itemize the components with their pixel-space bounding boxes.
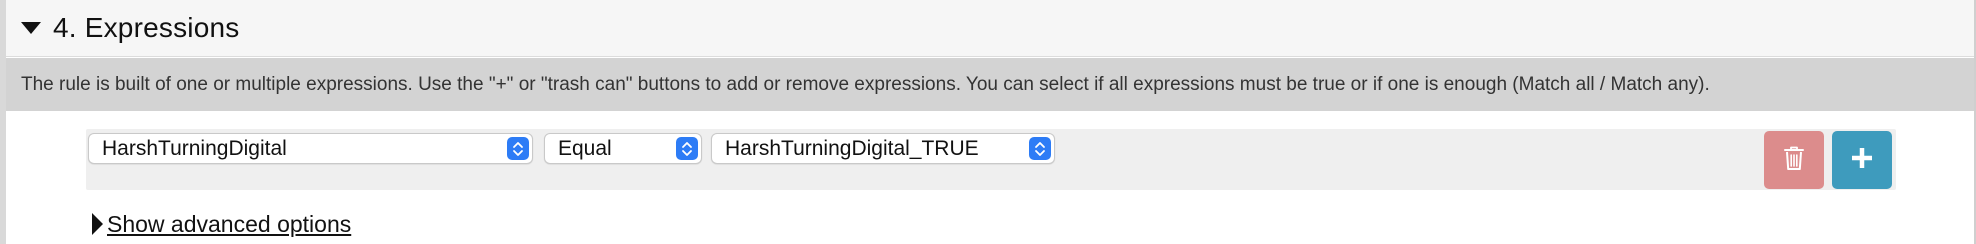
expression-row: HarshTurningDigital Equal HarshTurningDi… <box>86 129 1896 190</box>
show-advanced-options-link[interactable]: Show advanced options <box>107 211 351 238</box>
updown-chevron-icon <box>676 137 698 160</box>
value-select[interactable]: HarshTurningDigital_TRUE <box>711 133 1055 164</box>
trash-icon <box>1783 145 1805 176</box>
value-select-value: HarshTurningDigital_TRUE <box>725 136 979 160</box>
add-expression-button[interactable] <box>1832 131 1892 189</box>
plus-icon <box>1849 145 1875 176</box>
triangle-right-icon <box>92 213 103 235</box>
field-select-value: HarshTurningDigital <box>102 136 287 160</box>
updown-chevron-icon <box>507 137 529 160</box>
section-header-expressions[interactable]: 4. Expressions <box>6 0 1974 57</box>
updown-chevron-icon <box>1029 137 1051 160</box>
operator-select-value: Equal <box>558 136 612 160</box>
triangle-down-icon[interactable] <box>21 22 41 34</box>
field-select[interactable]: HarshTurningDigital <box>88 133 533 164</box>
info-text: The rule is built of one or multiple exp… <box>21 73 1710 95</box>
section-title: 4. Expressions <box>53 12 240 43</box>
show-advanced-options-toggle[interactable]: Show advanced options <box>92 209 351 239</box>
operator-select[interactable]: Equal <box>544 133 702 164</box>
delete-expression-button[interactable] <box>1764 131 1824 189</box>
info-bar: The rule is built of one or multiple exp… <box>6 58 1974 111</box>
